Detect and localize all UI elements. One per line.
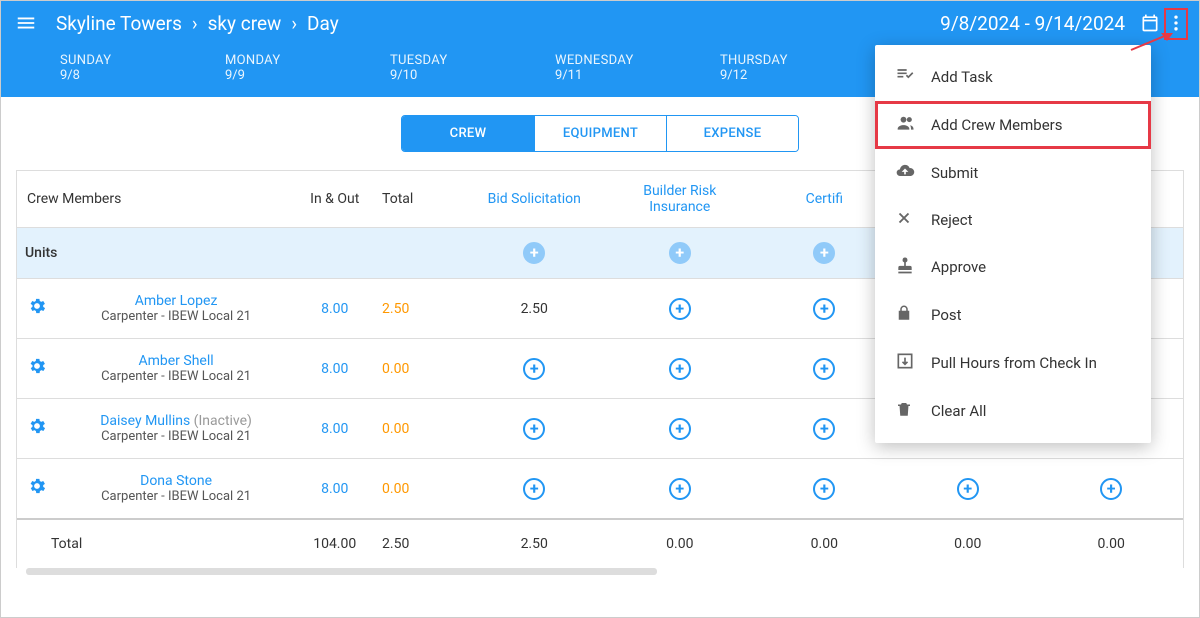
crew-member-role: Carpenter - IBEW Local 21 bbox=[65, 309, 288, 324]
import-icon bbox=[895, 351, 931, 375]
col-in-out: In & Out bbox=[295, 171, 374, 228]
cost-cell: + bbox=[461, 459, 607, 520]
date-range[interactable]: 9/8/2024 - 9/14/2024 bbox=[940, 12, 1137, 35]
menu-item-label: Add Task bbox=[931, 68, 993, 86]
total-value: 0.00 bbox=[374, 459, 461, 520]
more-vert-icon[interactable] bbox=[1163, 13, 1189, 33]
col-crew-members: Crew Members bbox=[17, 171, 295, 228]
add-units-button[interactable]: + bbox=[813, 242, 835, 264]
calendar-icon[interactable] bbox=[1137, 13, 1163, 33]
crew-member-link[interactable]: Amber Lopez bbox=[135, 293, 218, 309]
menu-item-approve[interactable]: Approve bbox=[875, 243, 1151, 291]
crew-member-link[interactable]: Dona Stone bbox=[140, 473, 212, 489]
add-hours-button[interactable]: + bbox=[813, 418, 835, 440]
breadcrumb-project[interactable]: Skyline Towers bbox=[56, 12, 182, 35]
menu-item-post[interactable]: Post bbox=[875, 291, 1151, 339]
horizontal-scrollbar[interactable] bbox=[16, 568, 1184, 578]
menu-item-submit[interactable]: Submit bbox=[875, 149, 1151, 197]
add-units-button[interactable]: + bbox=[523, 242, 545, 264]
in-out-value[interactable]: 8.00 bbox=[295, 279, 374, 339]
playlist-check-icon bbox=[895, 65, 931, 89]
menu-item-label: Submit bbox=[931, 164, 978, 182]
col-cost-bid[interactable]: Bid Solicitation bbox=[461, 171, 607, 228]
menu-item-clear-all[interactable]: Clear All bbox=[875, 387, 1151, 435]
crew-member-role: Carpenter - IBEW Local 21 bbox=[65, 429, 288, 444]
chevron-right-icon: › bbox=[182, 12, 208, 35]
menu-item-label: Pull Hours from Check In bbox=[931, 354, 1097, 372]
tab-equipment[interactable]: EQUIPMENT bbox=[534, 116, 666, 151]
tab-expense[interactable]: EXPENSE bbox=[666, 116, 798, 151]
breadcrumb-crew[interactable]: sky crew bbox=[208, 12, 282, 35]
day-tab[interactable]: MONDAY9/9 bbox=[211, 45, 376, 97]
trash-icon bbox=[895, 399, 931, 423]
add-hours-button[interactable]: + bbox=[813, 298, 835, 320]
lock-icon bbox=[895, 303, 931, 327]
table-row: Dona StoneCarpenter - IBEW Local 21 8.00… bbox=[17, 459, 1183, 520]
crew-member-role: Carpenter - IBEW Local 21 bbox=[65, 369, 288, 384]
total-value: 0.00 bbox=[374, 339, 461, 399]
day-tab[interactable]: THURSDAY9/12 bbox=[706, 45, 871, 97]
gear-icon[interactable] bbox=[27, 297, 47, 321]
day-tab[interactable]: SUNDAY9/8 bbox=[46, 45, 211, 97]
units-label: Units bbox=[17, 228, 295, 279]
crew-member-link[interactable]: Amber Shell bbox=[138, 353, 213, 369]
add-hours-button[interactable]: + bbox=[523, 358, 545, 380]
cost-cell: + bbox=[461, 339, 607, 399]
add-hours-button[interactable]: + bbox=[1100, 478, 1122, 500]
cost-cell: 2.50 bbox=[461, 279, 607, 339]
hamburger-menu-icon[interactable] bbox=[11, 12, 41, 34]
add-hours-button[interactable]: + bbox=[957, 478, 979, 500]
tab-crew[interactable]: CREW bbox=[402, 116, 534, 151]
cloud-upload-icon bbox=[895, 161, 931, 185]
col-total: Total bbox=[374, 171, 461, 228]
menu-item-add-task[interactable]: Add Task bbox=[875, 53, 1151, 101]
gear-icon[interactable] bbox=[27, 357, 47, 381]
total-row: Total 104.002.50 2.500.000.000.000.00 bbox=[17, 519, 1183, 568]
stamp-icon bbox=[895, 255, 931, 279]
add-hours-button[interactable]: + bbox=[669, 478, 691, 500]
menu-item-reject[interactable]: Reject bbox=[875, 197, 1151, 243]
menu-item-label: Approve bbox=[931, 258, 986, 276]
add-hours-button[interactable]: + bbox=[813, 358, 835, 380]
crew-member-link[interactable]: Daisey Mullins bbox=[100, 413, 190, 429]
group-add-icon bbox=[895, 113, 931, 137]
add-hours-button[interactable]: + bbox=[669, 358, 691, 380]
menu-item-label: Reject bbox=[931, 211, 973, 229]
in-out-value[interactable]: 8.00 bbox=[295, 399, 374, 459]
add-hours-button[interactable]: + bbox=[813, 478, 835, 500]
total-value: 2.50 bbox=[374, 279, 461, 339]
gear-icon[interactable] bbox=[27, 477, 47, 501]
actions-menu: Add Task Add Crew Members Submit Reject Appr… bbox=[875, 45, 1151, 443]
add-hours-button[interactable]: + bbox=[669, 298, 691, 320]
menu-item-add-crew-members[interactable]: Add Crew Members bbox=[875, 101, 1151, 149]
menu-item-pull-hours-from-check-in[interactable]: Pull Hours from Check In bbox=[875, 339, 1151, 387]
menu-item-label: Clear All bbox=[931, 402, 986, 420]
total-value: 0.00 bbox=[374, 399, 461, 459]
day-tab[interactable]: WEDNESDAY9/11 bbox=[541, 45, 706, 97]
add-units-button[interactable]: + bbox=[669, 242, 691, 264]
chevron-right-icon: › bbox=[281, 12, 307, 35]
in-out-value[interactable]: 8.00 bbox=[295, 339, 374, 399]
cost-cell: + bbox=[461, 399, 607, 459]
gear-icon[interactable] bbox=[27, 417, 47, 441]
day-tab[interactable]: TUESDAY9/10 bbox=[376, 45, 541, 97]
in-out-value[interactable]: 8.00 bbox=[295, 459, 374, 520]
add-hours-button[interactable]: + bbox=[669, 418, 691, 440]
crew-member-role: Carpenter - IBEW Local 21 bbox=[65, 489, 288, 504]
add-hours-button[interactable]: + bbox=[523, 478, 545, 500]
add-hours-button[interactable]: + bbox=[523, 418, 545, 440]
view-toggle-group: CREW EQUIPMENT EXPENSE bbox=[401, 115, 799, 152]
breadcrumb-view[interactable]: Day bbox=[307, 12, 339, 35]
col-cost-insurance[interactable]: Builder Risk Insurance bbox=[607, 171, 752, 228]
breadcrumb: Skyline Towers › sky crew › Day bbox=[41, 12, 940, 35]
close-icon bbox=[895, 209, 931, 231]
menu-item-label: Post bbox=[931, 306, 962, 324]
menu-item-label: Add Crew Members bbox=[931, 116, 1062, 134]
